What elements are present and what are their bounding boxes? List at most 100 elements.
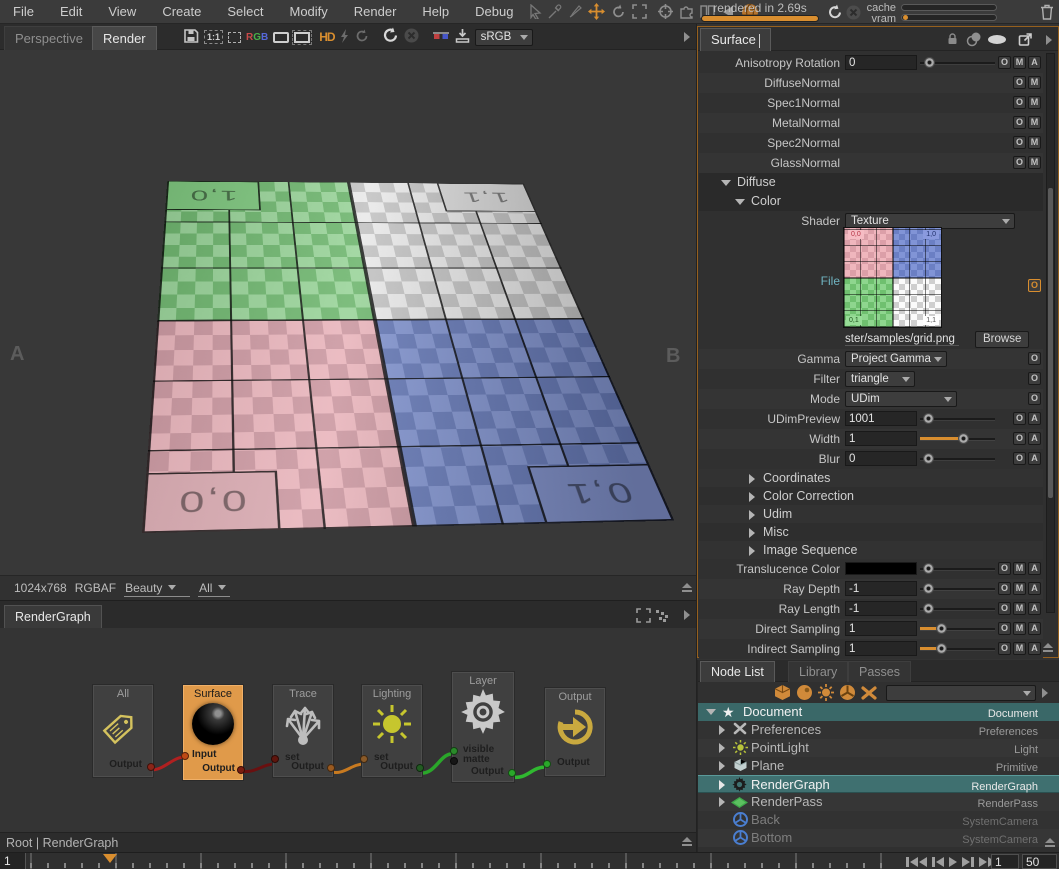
filter-tools-icon[interactable] xyxy=(860,685,878,701)
expand-triangle-icon[interactable] xyxy=(719,797,730,807)
animate-button[interactable]: A xyxy=(1028,642,1041,655)
section-misc[interactable]: Misc xyxy=(699,523,1043,541)
plugin-puzzle-icon[interactable] xyxy=(679,4,694,19)
render-region-icon[interactable] xyxy=(294,32,310,43)
texture-thumbnail[interactable]: 0,0 1,0 0,1 1,1 xyxy=(844,228,941,327)
motion-button[interactable]: M xyxy=(1013,582,1026,595)
tree-row-document[interactable]: ★ Document Document xyxy=(698,703,1059,721)
mode-dropdown[interactable]: UDim xyxy=(845,391,957,407)
motion-button[interactable]: M xyxy=(1028,96,1041,109)
ray-length-input[interactable] xyxy=(845,601,917,616)
graph-node-all[interactable]: All Output xyxy=(93,685,153,777)
node-graph-canvas[interactable]: All Output Surface Input Output Trace se… xyxy=(0,628,697,832)
inspector-scrollbar[interactable] xyxy=(1046,53,1055,613)
expand-triangle-icon[interactable] xyxy=(719,725,730,735)
motion-button[interactable]: M xyxy=(1013,642,1026,655)
hd-proxy-icon[interactable]: HD xyxy=(319,30,334,44)
layer-dropdown[interactable]: All xyxy=(198,580,230,597)
width-slider[interactable] xyxy=(920,429,995,449)
indirect-sampling-slider[interactable] xyxy=(920,639,995,659)
motion-button[interactable]: M xyxy=(1028,76,1041,89)
range-end-input[interactable] xyxy=(1022,854,1057,869)
tree-row-preferences[interactable]: Preferences Preferences xyxy=(698,721,1059,739)
scrollbar-thumb[interactable] xyxy=(1048,188,1053,498)
expand-triangle-icon[interactable] xyxy=(749,492,760,502)
override-button[interactable]: O xyxy=(998,602,1011,615)
stop-render-icon[interactable] xyxy=(846,5,861,20)
tab-render[interactable]: Render xyxy=(92,26,157,50)
gamma-dropdown[interactable]: Project Gamma xyxy=(845,351,947,367)
port-output[interactable] xyxy=(508,769,516,777)
timeline-playhead[interactable] xyxy=(103,854,117,869)
width-input[interactable] xyxy=(845,431,917,446)
animate-button[interactable]: A xyxy=(1028,582,1041,595)
override-button[interactable]: O xyxy=(1013,412,1026,425)
graph-node-output[interactable]: Output Output xyxy=(545,688,605,776)
stereo-glasses-icon[interactable] xyxy=(432,30,450,44)
animate-button[interactable]: A xyxy=(1028,56,1041,69)
collapse-triangle-icon[interactable] xyxy=(721,180,731,191)
range-start-input[interactable] xyxy=(991,854,1019,869)
direct-sampling-slider[interactable] xyxy=(920,619,995,639)
brush-tool-icon[interactable] xyxy=(568,4,582,19)
step-forward-button[interactable] xyxy=(961,857,975,867)
port-input[interactable] xyxy=(360,755,368,763)
section-image-sequence[interactable]: Image Sequence xyxy=(699,541,1043,559)
override-button[interactable]: O xyxy=(1013,452,1026,465)
animate-button[interactable]: A xyxy=(1028,412,1041,425)
file-path-field[interactable]: ster/samples/grid.png xyxy=(845,333,959,346)
go-to-start-button[interactable] xyxy=(905,857,928,867)
expand-triangle-icon[interactable] xyxy=(719,780,730,790)
override-button[interactable]: O xyxy=(1013,432,1026,445)
motion-button[interactable]: M xyxy=(1028,116,1041,129)
region-select-icon[interactable] xyxy=(228,32,241,43)
override-button[interactable]: O xyxy=(998,582,1011,595)
anisotropy-rotation-input[interactable] xyxy=(845,55,917,70)
tree-row-bottom[interactable]: Bottom SystemCamera xyxy=(698,829,1059,847)
override-button[interactable]: O xyxy=(998,56,1011,69)
motion-button[interactable]: M xyxy=(1028,156,1041,169)
zoom-one-to-one-icon[interactable]: 1:1 xyxy=(204,30,223,44)
tree-row-plane[interactable]: Plane Primitive xyxy=(698,757,1059,775)
export-image-icon[interactable] xyxy=(455,28,470,46)
animate-button[interactable]: A xyxy=(1028,432,1041,445)
graph-node-layer[interactable]: Layer visible matte Output xyxy=(452,672,514,782)
external-editor-icon[interactable] xyxy=(1018,32,1033,50)
filter-material-icon[interactable] xyxy=(796,684,813,701)
tree-row-pointlight[interactable]: PointLight Light xyxy=(698,739,1059,757)
override-button[interactable]: O xyxy=(1013,116,1026,129)
udimpreview-slider[interactable] xyxy=(920,409,995,429)
node-filter-dropdown[interactable] xyxy=(886,685,1036,701)
auto-refresh-icon[interactable] xyxy=(355,29,369,46)
blur-input[interactable] xyxy=(845,451,917,466)
rgb-channels-icon[interactable]: RGB xyxy=(246,32,268,43)
direct-sampling-input[interactable] xyxy=(845,621,917,636)
menu-help[interactable]: Help xyxy=(409,0,462,24)
motion-button[interactable]: M xyxy=(1013,602,1026,615)
animate-button[interactable]: A xyxy=(1028,622,1041,635)
collapse-triangle-icon[interactable] xyxy=(735,199,745,210)
ray-length-slider[interactable] xyxy=(920,599,995,619)
tab-library[interactable]: Library xyxy=(788,661,848,682)
ellipse-icon[interactable] xyxy=(988,35,1006,44)
motion-button[interactable]: M xyxy=(1013,622,1026,635)
eyedropper-tool-icon[interactable] xyxy=(548,4,562,19)
tab-rendergraph[interactable]: RenderGraph xyxy=(4,605,102,629)
blur-slider[interactable] xyxy=(920,449,995,469)
section-color[interactable]: Color xyxy=(699,192,1043,211)
menu-create[interactable]: Create xyxy=(149,0,214,24)
override-button[interactable]: O xyxy=(1028,372,1041,385)
override-button[interactable]: O xyxy=(1028,352,1041,365)
menu-debug[interactable]: Debug xyxy=(462,0,526,24)
filter-dropdown[interactable]: triangle xyxy=(845,371,915,387)
tab-passes[interactable]: Passes xyxy=(848,661,911,682)
section-color-correction[interactable]: Color Correction xyxy=(699,487,1043,505)
graph-node-trace[interactable]: Trace set Output xyxy=(273,685,333,777)
port-input[interactable] xyxy=(450,757,458,765)
override-button[interactable]: O xyxy=(998,622,1011,635)
move-tool-icon[interactable] xyxy=(588,3,605,20)
expand-triangle-icon[interactable] xyxy=(749,546,760,556)
tab-node-list[interactable]: Node List xyxy=(700,661,775,682)
panel-scroll-eject-icon[interactable] xyxy=(1042,643,1054,652)
timeline[interactable]: 1 xyxy=(0,852,1059,869)
